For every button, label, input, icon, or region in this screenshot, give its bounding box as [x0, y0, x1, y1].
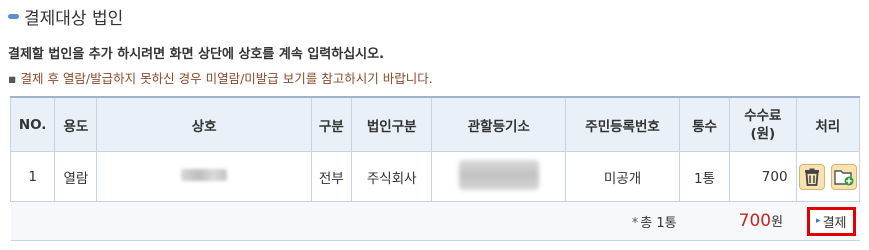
header-copies: 통수	[678, 96, 731, 152]
section-title-text: 결제대상 법인	[24, 8, 124, 29]
arrow-right-icon: ▸	[816, 216, 821, 226]
total-amount-value: 700	[738, 211, 772, 231]
header-company-name: 상호	[96, 96, 312, 152]
header-type: 구분	[310, 96, 352, 152]
table-row: 1 열람 전부 주식회사 미공개 1통 700	[9, 151, 861, 202]
header-registry-office: 관할등기소	[431, 96, 567, 152]
cell-fee: 700	[729, 151, 797, 202]
table-header-row: NO. 용도 상호 구분 법인구분 관할등기소 주민등록번호 통수 수수료 (원…	[9, 96, 861, 152]
header-no: NO.	[9, 96, 56, 152]
redacted-registry-office	[458, 159, 539, 190]
cell-actions	[795, 151, 861, 202]
cell-no: 1	[9, 151, 56, 202]
cell-company-name	[96, 151, 312, 202]
bullet-icon: ▪	[8, 71, 17, 86]
summary-row: * 총 1통 700원 ▸ 결제	[10, 201, 860, 241]
total-amount: 700원	[739, 211, 783, 231]
total-count: * 총 1통	[632, 212, 677, 231]
add-folder-button[interactable]	[830, 163, 857, 190]
redacted-company-name	[181, 168, 228, 181]
cell-type: 전부	[310, 151, 352, 202]
notice-text: ▪ 결제 후 열람/발급하지 못하신 경우 미열람/미발급 보기를 참고하시기 바…	[8, 68, 433, 87]
star-mark: *	[631, 215, 639, 231]
summary-cell: * 총 1통 700원 ▸ 결제	[10, 201, 860, 241]
section-title: 결제대상 법인	[8, 4, 124, 29]
cell-corp-type: 주식회사	[350, 151, 433, 202]
header-fee: 수수료 (원)	[729, 96, 797, 152]
section-marker	[8, 14, 19, 19]
header-corp-type: 법인구분	[350, 96, 433, 152]
payment-target-table: NO. 용도 상호 구분 법인구분 관할등기소 주민등록번호 통수 수수료 (원…	[9, 96, 861, 241]
pay-button-label: 결제	[822, 215, 847, 231]
header-purpose: 용도	[54, 96, 98, 152]
delete-button[interactable]	[798, 163, 825, 190]
currency-label: 원	[771, 215, 784, 230]
header-resident-number: 주민등록번호	[565, 96, 680, 152]
cell-copies: 1통	[678, 151, 731, 202]
pay-button[interactable]: ▸ 결제	[807, 206, 856, 236]
total-count-text: 총 1통	[640, 215, 677, 231]
folder-plus-icon	[834, 169, 854, 185]
cell-registry-office	[431, 151, 567, 202]
header-actions: 처리	[795, 96, 861, 152]
notice-label: 결제 후 열람/발급하지 못하신 경우 미열람/미발급 보기를 참고하시기 바랍…	[20, 71, 433, 86]
trash-icon	[804, 168, 819, 186]
cell-purpose: 열람	[54, 151, 98, 202]
cell-resident-number: 미공개	[565, 151, 680, 202]
instruction-text: 결제할 법인을 추가 하시려면 화면 상단에 상호를 계속 입력하십시오.	[8, 47, 385, 62]
